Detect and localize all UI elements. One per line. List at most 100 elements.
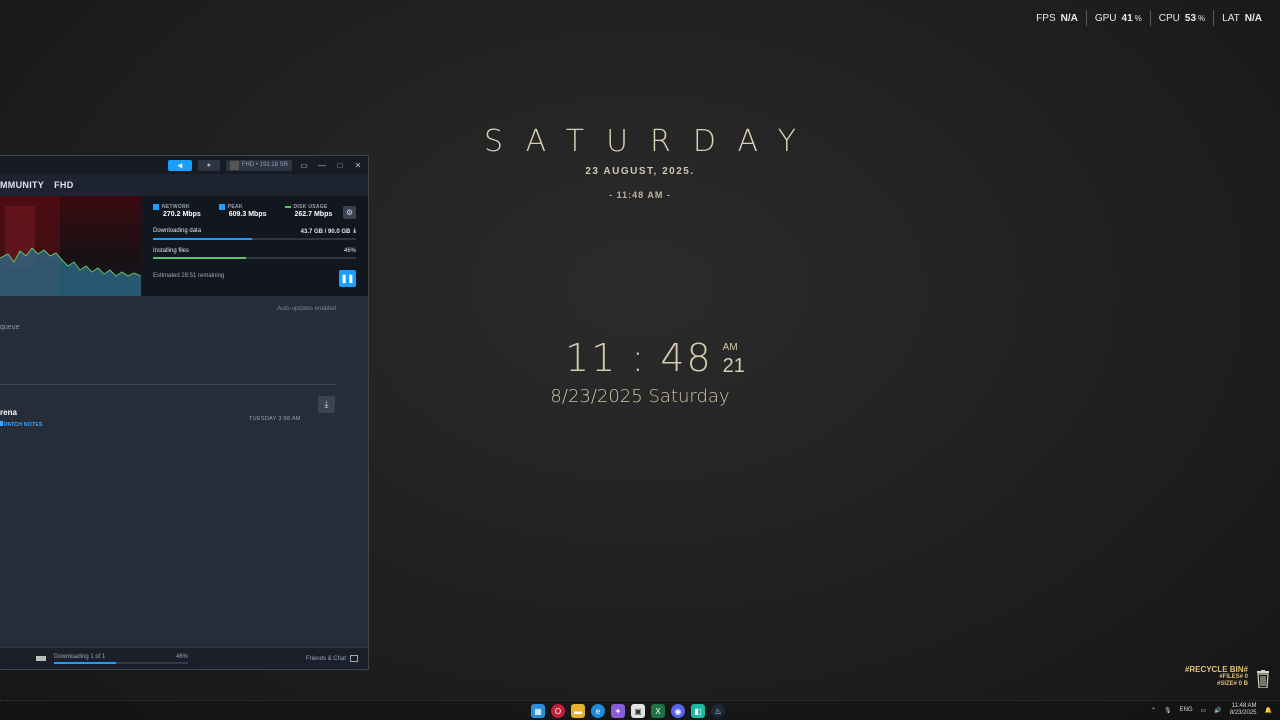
perf-cpu: CPU 53 % [1149,10,1213,26]
nav-profile[interactable]: FHD [54,180,73,190]
edge-icon[interactable]: e [591,704,605,718]
steam-nav: MMUNITY FHD [0,174,368,196]
steam-window[interactable]: ◄ ● FHD • 192.18 SR ▭ — □ ✕ MMUNITY FHD … [0,155,369,670]
download-panel: NETWORK 270.2 Mbps PEAK 609.3 Mbps DISK … [0,196,368,296]
stat-peak: PEAK 609.3 Mbps [218,204,267,218]
perf-unit: % [1198,13,1206,23]
download-stats: NETWORK 270.2 Mbps PEAK 609.3 Mbps DISK … [141,196,368,296]
divider [0,384,336,385]
downloading-value: 43.7 GB / 90.0 GB [300,228,351,235]
widget-clock-date: 8/23/2025 Saturday [550,386,730,407]
widget-dayname: SATURDAY [483,124,818,159]
stat-value: 270.2 Mbps [163,211,201,218]
game-thumbnail [36,656,46,661]
clock-seconds: 21 [722,355,745,377]
recycle-size: #SIZE# 0 B [1216,681,1248,687]
announce-button[interactable]: ◄ [167,159,192,171]
excel-icon[interactable]: X [651,704,665,718]
notifications-button[interactable]: ● [197,159,220,171]
footer-download-status[interactable]: Downloading 1 of 1 [54,654,105,660]
microphone-icon[interactable]: 🎙 [1164,707,1172,714]
trash-icon[interactable] [1256,670,1270,693]
stat-label: DISK USAGE [293,204,328,210]
account-menu[interactable]: FHD • 192.18 SR [225,159,292,171]
installing-value: 46% [343,248,356,254]
installing-label: Installing files [153,248,190,254]
stat-label: PEAK [227,204,243,210]
installing-progress-bar [153,257,356,259]
big-picture-icon[interactable]: ▭ [298,161,310,170]
perf-value: 53 [1184,12,1197,24]
chevron-up-icon[interactable]: ⌃ [1151,707,1156,714]
account-label: FHD • 192.18 SR [241,162,288,168]
stat-value: 262.7 Mbps [294,211,333,218]
system-tray: ⌃ 🎙 ENG ▭ 🔊 11:48 AM 8/23/2025 🔔 [1151,703,1272,717]
news-icon [0,421,3,426]
start-icon[interactable]: ▦ [531,704,545,718]
steam-icon[interactable]: ♨ [711,704,725,718]
download-arrow-icon: ⤓ [353,228,356,234]
perf-fps: FPS N/A [1028,10,1086,26]
pause-button[interactable]: ❚❚ [339,270,356,287]
steam-footer: Downloading 1 of 1 46% Friends & Chat [0,647,368,669]
queued-game-title[interactable]: rena [0,408,17,417]
downloading-progress-bar [153,238,356,240]
stat-disk: DISK USAGE 262.7 Mbps [284,204,333,218]
widget-smalltime: - 11:48 AM - [609,190,671,200]
friends-chat-button[interactable]: Friends & Chat [306,655,358,662]
patch-notes-label: PATCH NOTES [4,422,43,428]
display-icon[interactable]: ▭ [1201,707,1207,714]
network-icon [153,204,159,210]
maximize-icon[interactable]: □ [334,161,346,170]
bandwidth-graph [0,196,141,296]
settings-gear-icon[interactable]: ⚙ [343,206,356,219]
steam-titlebar[interactable]: ◄ ● FHD • 192.18 SR ▭ — □ ✕ [0,156,368,174]
perf-gpu: GPU 41 % [1085,10,1150,26]
discord-icon[interactable]: ◉ [671,704,685,718]
time-remaining: Estimated 28:51 remaining [153,273,225,279]
performance-overlay: FPS N/A GPU 41 % CPU 53 % LAT N/A [1028,10,1270,26]
perf-value: N/A [1244,12,1262,24]
taskbar-apps: ▦ O ▬ e ✦ ▣ X ◉ ◧ ♨ [531,704,725,718]
patch-notes-link[interactable]: PATCH NOTES [0,421,43,428]
downloading-label: Downloading data [153,228,202,234]
download-icon: ⤓ [324,399,329,409]
perf-value: 41 [1121,12,1133,24]
perf-label: CPU [1158,12,1180,24]
perf-label: LAT [1222,12,1240,24]
volume-icon[interactable]: 🔊 [1214,707,1221,714]
opera-icon[interactable]: O [551,704,565,718]
notification-icon[interactable]: 🔔 [1265,707,1272,714]
perf-unit: % [1134,13,1142,23]
widget-big-clock: 11 : 48 AM 21 [565,336,745,380]
chat-app-icon[interactable]: ◧ [691,704,705,718]
downloading-row: Downloading data 43.7 GB / 90.0 GB ⤓ [153,228,356,235]
download-now-button[interactable]: ⤓ [318,396,335,413]
chat-icon [350,655,358,662]
download-queue: Auto-updates enabled queue rena PATCH NO… [0,296,368,649]
friends-chat-label: Friends & Chat [305,655,346,662]
taskbar-clock[interactable]: 11:48 AM 8/23/2025 [1230,703,1257,717]
avatar [229,160,239,170]
close-icon[interactable]: ✕ [352,161,364,170]
peak-icon [218,204,225,210]
footer-progress-bar [54,662,188,664]
taskbar-date: 8/23/2025 [1229,710,1257,716]
nav-community[interactable]: MMUNITY [0,180,44,190]
perf-value: N/A [1060,12,1078,24]
copilot-icon[interactable]: ✦ [611,704,625,718]
perf-label: GPU [1094,12,1117,24]
scheduled-time: TUESDAY 3:58 AM [249,416,301,422]
recycle-title: #RECYCLE BIN# [1184,665,1248,674]
folder-icon[interactable]: ▬ [571,704,585,718]
clock-ampm: AM [722,342,738,353]
language-indicator[interactable]: ENG [1180,707,1193,713]
store-icon[interactable]: ▣ [631,704,645,718]
megaphone-icon: ◄ [175,160,184,170]
minimize-icon[interactable]: — [316,161,328,170]
pause-icon: ❚❚ [340,274,355,283]
bell-icon: ● [206,161,211,169]
recycle-files: #FILES# 0 [1219,674,1248,680]
widget-fulldate: 23 AUGUST, 2025. [585,166,695,177]
auto-updates-status: Auto-updates enabled [277,306,336,312]
